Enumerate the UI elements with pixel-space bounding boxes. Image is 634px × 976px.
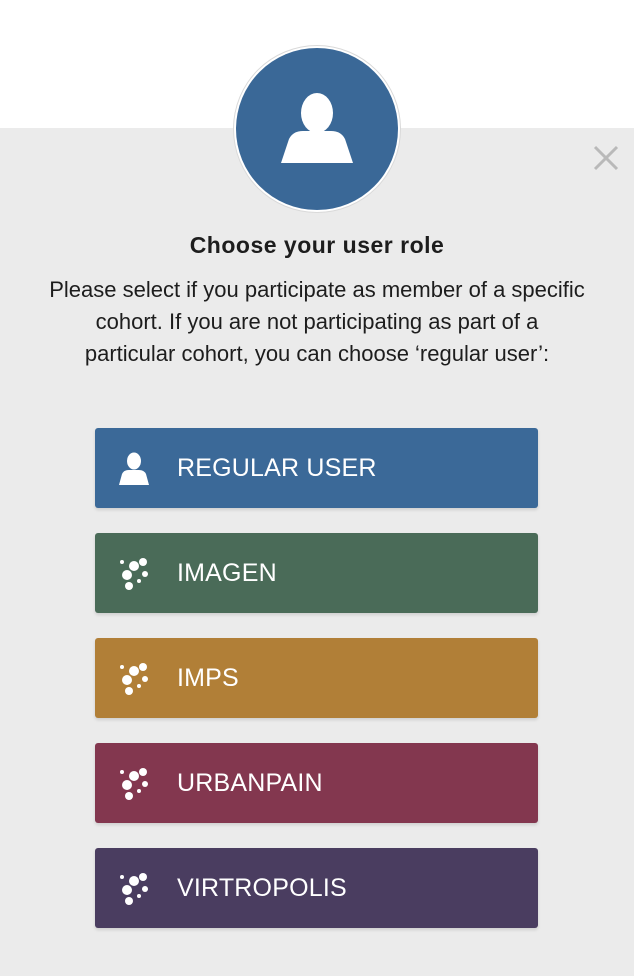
molecule-icon <box>120 558 148 590</box>
role-label: URBANPAIN <box>177 769 323 797</box>
role-label: REGULAR USER <box>177 454 377 482</box>
molecule-icon <box>120 663 148 695</box>
close-button[interactable] <box>590 142 622 174</box>
avatar <box>236 48 398 210</box>
role-button-imagen[interactable]: IMAGEN <box>95 533 538 613</box>
user-icon <box>281 93 353 163</box>
role-button-imps[interactable]: IMPS <box>95 638 538 718</box>
molecule-icon <box>120 768 148 800</box>
user-icon <box>119 452 149 485</box>
role-button-regular-user[interactable]: REGULAR USER <box>95 428 538 508</box>
dialog-title: Choose your user role <box>189 232 445 258</box>
role-label: VIRTROPOLIS <box>177 874 347 902</box>
role-button-urbanpain[interactable]: URBANPAIN <box>95 743 538 823</box>
role-label: IMPS <box>177 664 239 692</box>
role-label: IMAGEN <box>177 559 277 587</box>
close-icon <box>593 145 619 171</box>
molecule-icon <box>120 873 148 905</box>
role-button-virtropolis[interactable]: VIRTROPOLIS <box>95 848 538 928</box>
dialog-description: Please select if you participate as memb… <box>49 277 585 366</box>
